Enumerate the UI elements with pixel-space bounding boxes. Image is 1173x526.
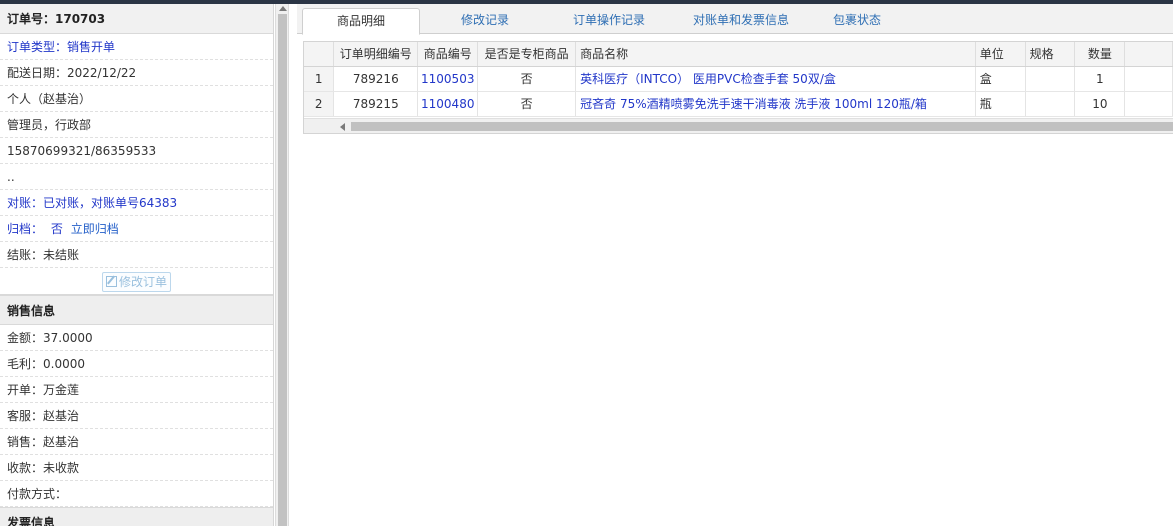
payment-status: 收款：未收款	[0, 455, 273, 481]
tab-product-details[interactable]: 商品明细	[302, 8, 420, 35]
invoice-info-header: 发票信息	[0, 507, 273, 526]
spec-cell	[1025, 91, 1076, 117]
tab-edit-history[interactable]: 修改记录	[437, 8, 533, 34]
quantity-cell: 1	[1074, 66, 1126, 92]
row-number: 2	[304, 91, 335, 117]
order-type: 订单类型：销售开单	[0, 34, 273, 60]
order-creator: 开单：万金莲	[0, 377, 273, 403]
column-header[interactable]: 规格	[1025, 42, 1076, 67]
delivery-date: 配送日期：2022/12/22	[0, 60, 273, 86]
sales-amount: 金额：37.0000	[0, 325, 273, 351]
archive-label: 归档：	[7, 222, 44, 236]
product-name-link[interactable]: 英科医疗（INTCO） 医用PVC检查手套 50双/盒	[575, 66, 976, 92]
scroll-left-arrow-icon[interactable]	[340, 123, 345, 131]
column-header[interactable]: 数量	[1074, 42, 1126, 67]
filler-header	[1124, 42, 1173, 67]
order-number: 订单号：170703	[7, 12, 106, 26]
table-row[interactable]: 1 789216 1100503 否 英科医疗（INTCO） 医用PVC检查手套…	[304, 66, 1173, 92]
edit-order-row: 修改订单	[0, 268, 273, 295]
counter-cell: 否	[477, 91, 577, 117]
department: 管理员，行政部	[0, 112, 273, 138]
row-number: 1	[304, 66, 335, 92]
row-number-header	[304, 42, 335, 67]
address: ..	[0, 164, 273, 190]
customer-name: 个人（赵基治）	[0, 86, 273, 112]
scrollbar-thumb[interactable]	[278, 14, 287, 526]
spec-cell	[1025, 66, 1076, 92]
product-id-link[interactable]: 1100503	[417, 66, 479, 92]
product-id-link[interactable]: 1100480	[417, 91, 479, 117]
unit-cell: 盒	[975, 66, 1026, 92]
edit-order-label: 修改订单	[118, 275, 167, 289]
archive-status: 归档： 否 立即归档	[0, 216, 273, 242]
settlement-status: 结账：未结账	[0, 242, 273, 268]
column-header[interactable]: 是否是专柜商品	[477, 42, 577, 67]
sales-info-title: 销售信息	[7, 304, 56, 318]
product-table: 订单明细编号 商品编号 是否是专柜商品 商品名称 单位 规格 数量 1 7892…	[304, 42, 1173, 117]
detail-id-cell: 789215	[333, 91, 419, 117]
tab-bar: 商品明细 修改记录 订单操作记录 对账单和发票信息 包裹状态	[297, 4, 1173, 35]
detail-panel: 商品明细 修改记录 订单操作记录 对账单和发票信息 包裹状态 订单明细编号 商品…	[297, 4, 1173, 526]
filler-cell	[1124, 91, 1173, 117]
phone-number: 15870699321/86359533	[0, 138, 273, 164]
archive-now-link[interactable]: 立即归档	[71, 222, 119, 236]
reconcile-status[interactable]: 对账：已对账，对账单号64383	[0, 190, 273, 216]
table-row[interactable]: 2 789215 1100480 否 冠吝奇 75%酒精喷雾免洗手速干消毒液 洗…	[304, 91, 1173, 117]
filler-cell	[1124, 66, 1173, 92]
invoice-info-title: 发票信息	[7, 516, 56, 526]
counter-cell: 否	[477, 66, 577, 92]
tab-order-operations[interactable]: 订单操作记录	[553, 8, 665, 34]
customer-service: 客服：赵基治	[0, 403, 273, 429]
column-header[interactable]: 单位	[975, 42, 1026, 67]
product-name-link[interactable]: 冠吝奇 75%酒精喷雾免洗手速干消毒液 洗手液 100ml 120瓶/箱	[575, 91, 976, 117]
quantity-cell: 10	[1074, 91, 1126, 117]
payment-method: 付款方式：	[0, 481, 273, 507]
column-header[interactable]: 订单明细编号	[333, 42, 419, 67]
product-grid: 订单明细编号 商品编号 是否是专柜商品 商品名称 单位 规格 数量 1 7892…	[303, 41, 1173, 134]
order-number-header: 订单号：170703	[0, 4, 273, 34]
column-header[interactable]: 商品编号	[417, 42, 479, 67]
column-header[interactable]: 商品名称	[575, 42, 976, 67]
archive-value: 否	[50, 222, 63, 236]
unit-cell: 瓶	[975, 91, 1026, 117]
salesperson: 销售：赵基治	[0, 429, 273, 455]
grid-horizontal-scrollbar[interactable]	[304, 118, 1173, 133]
sales-info-header: 销售信息	[0, 295, 273, 325]
detail-id-cell: 789216	[333, 66, 419, 92]
edit-icon	[105, 276, 117, 287]
gross-profit: 毛利：0.0000	[0, 351, 273, 377]
table-header-row: 订单明细编号 商品编号 是否是专柜商品 商品名称 单位 规格 数量	[304, 42, 1173, 67]
edit-order-button[interactable]: 修改订单	[101, 272, 171, 292]
horizontal-scrollbar-thumb[interactable]	[351, 122, 1173, 131]
left-panel-scrollbar[interactable]	[275, 4, 289, 526]
order-info-panel: 订单号：170703 订单类型：销售开单 配送日期：2022/12/22 个人（…	[0, 4, 274, 526]
scroll-up-arrow-icon[interactable]	[279, 6, 287, 11]
tab-package-status[interactable]: 包裹状态	[812, 8, 902, 34]
tab-statement-invoice[interactable]: 对账单和发票信息	[675, 8, 807, 34]
